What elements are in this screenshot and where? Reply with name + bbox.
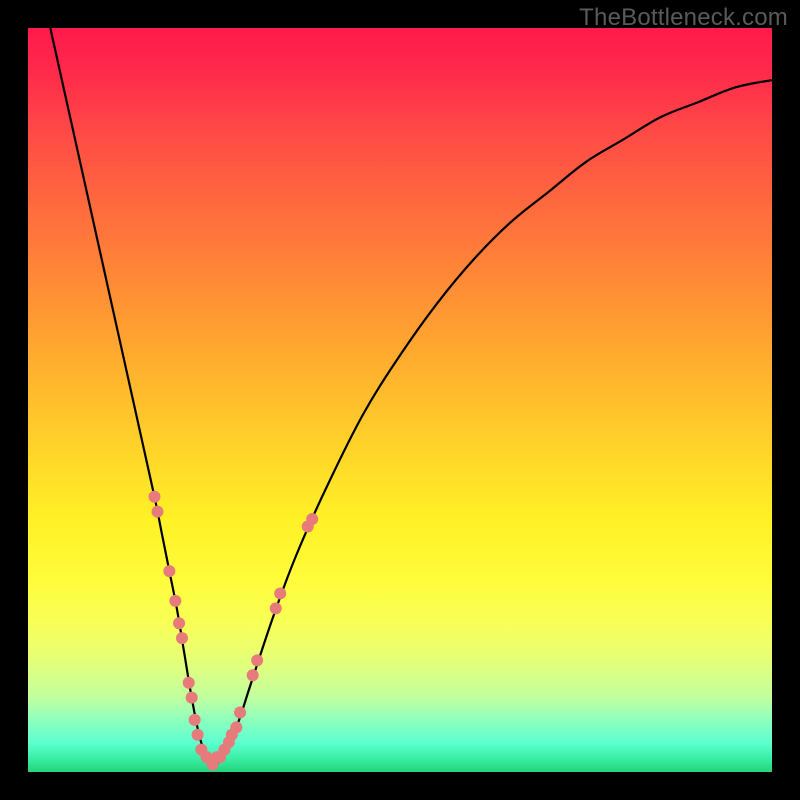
- outer-frame: TheBottleneck.com: [0, 0, 800, 800]
- data-point-marker: [247, 669, 259, 681]
- watermark-text: TheBottleneck.com: [579, 4, 788, 32]
- data-point-marker: [169, 595, 181, 607]
- data-point-marker: [163, 565, 175, 577]
- bottleneck-chart: [28, 28, 772, 772]
- data-point-marker: [306, 513, 318, 525]
- data-point-marker: [192, 729, 204, 741]
- data-point-marker: [151, 506, 163, 518]
- data-point-marker: [183, 677, 195, 689]
- data-point-marker: [251, 654, 263, 666]
- data-point-marker: [230, 721, 242, 733]
- bottleneck-curve: [50, 28, 772, 765]
- data-point-marker: [274, 587, 286, 599]
- data-point-marker: [234, 706, 246, 718]
- data-point-marker: [173, 617, 185, 629]
- data-point-marker: [186, 692, 198, 704]
- data-point-marker: [189, 714, 201, 726]
- data-point-marker: [148, 491, 160, 503]
- data-point-marker: [270, 602, 282, 614]
- data-point-marker: [176, 632, 188, 644]
- plot-area: [28, 28, 772, 772]
